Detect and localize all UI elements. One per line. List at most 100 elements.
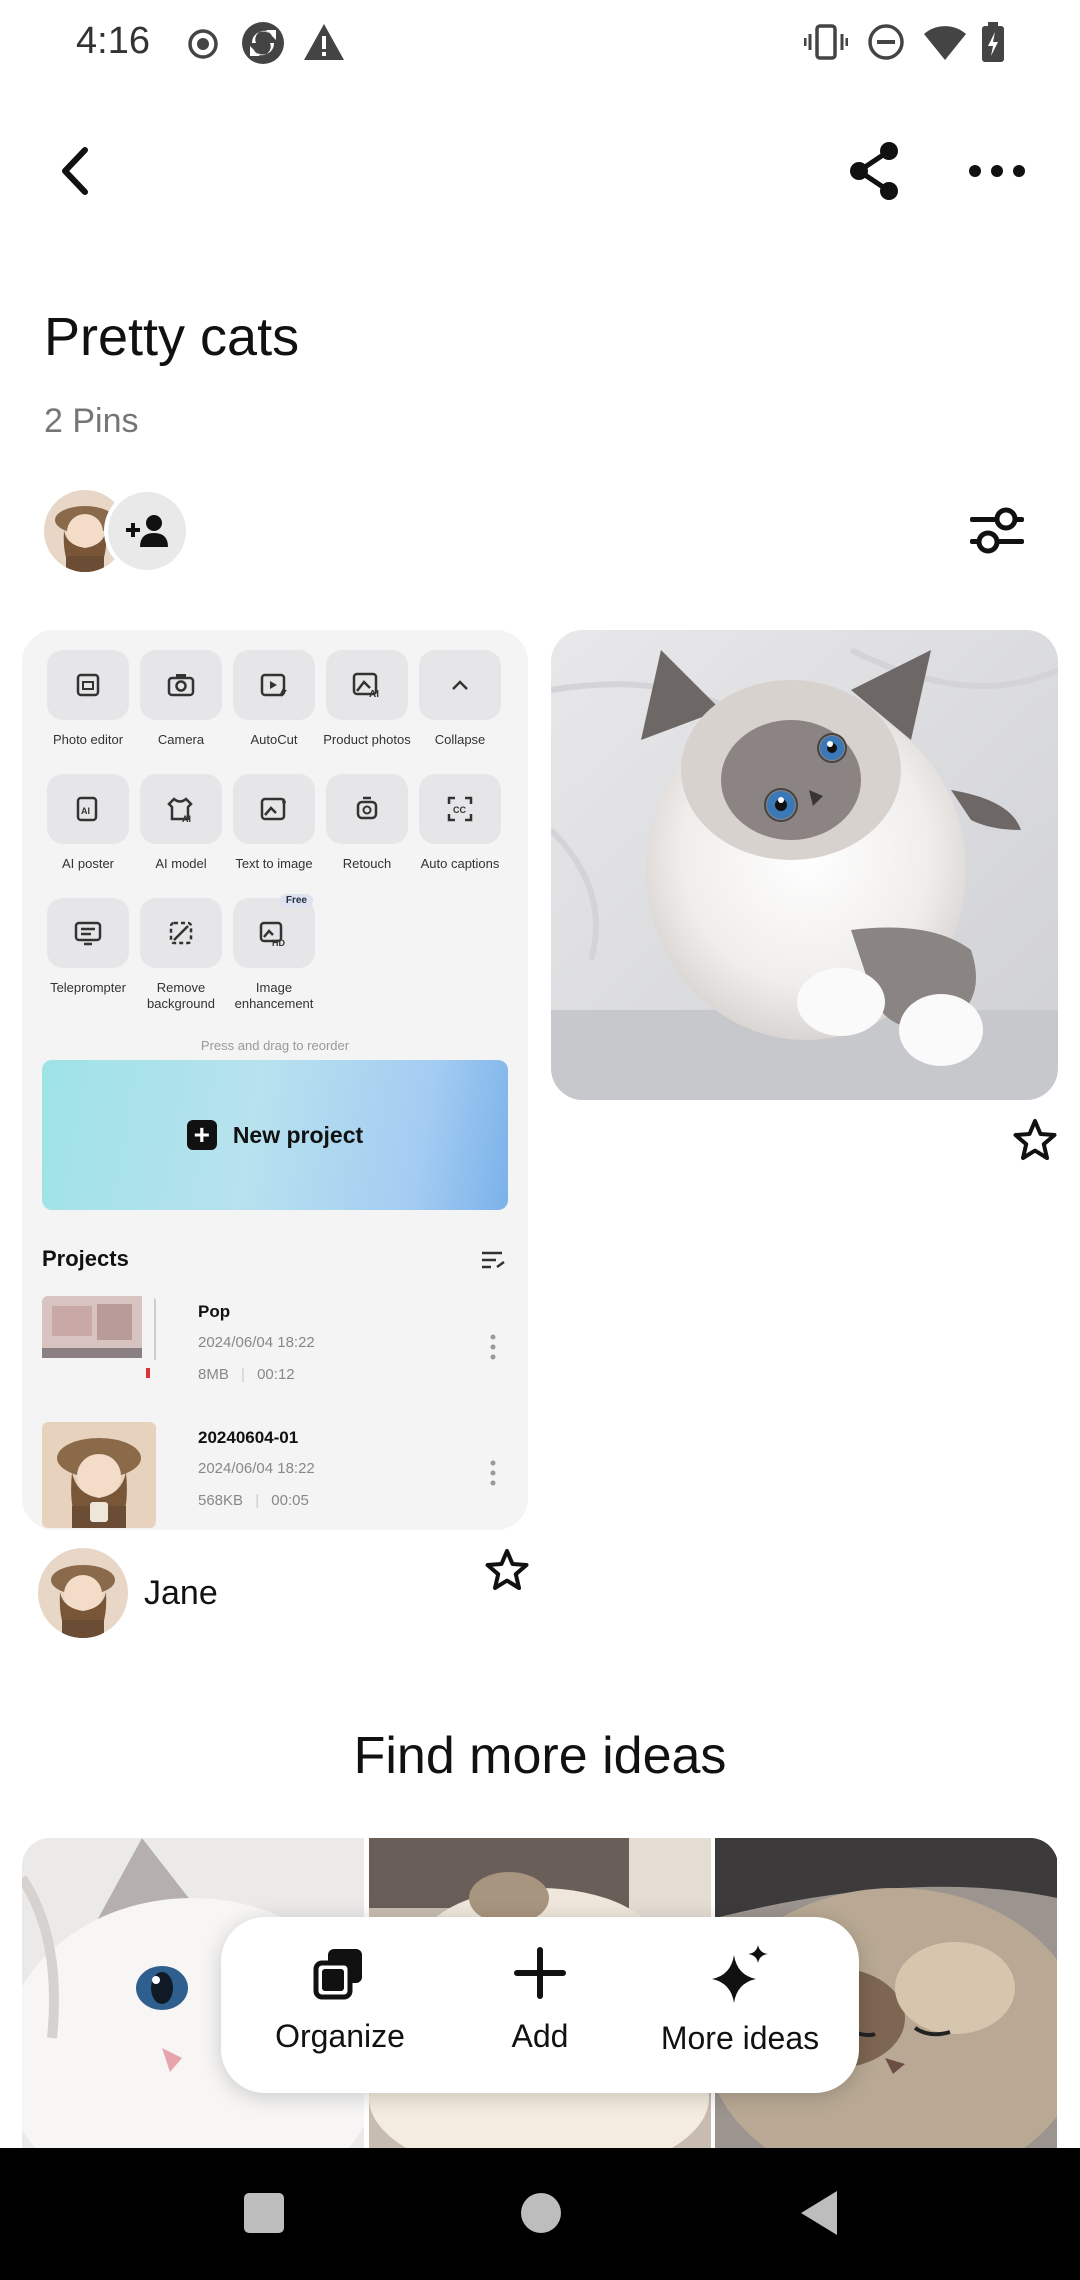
more-ideas-button[interactable]: More ideas [640,1945,840,2057]
svg-text:HD: HD [272,938,285,946]
svg-text:AI: AI [369,689,379,698]
vibrate-icon [804,24,848,60]
avatar [38,1548,128,1638]
home-button[interactable] [506,2178,576,2248]
ai-model-icon: AI [167,797,193,822]
sparkle-icon [712,1945,768,2003]
project-meta: 568KB | 00:05 [198,1492,309,1509]
organize-button[interactable]: Organize [240,1945,440,2055]
tool-collapse: Collapse [415,650,505,748]
pin-author[interactable]: Jane [38,1548,338,1638]
new-project-banner: + New project [42,1060,508,1210]
pin-cat-photo[interactable] [551,630,1058,1100]
new-project-label: New project [232,1121,364,1148]
pin-app-screenshot[interactable]: Photo editor Camera AutoCut AI Product p… [22,630,528,1530]
tool-remove-background: Remove background [136,898,226,1012]
tool-product-photos: AI Product photos [322,650,412,748]
product-photos-icon: AI [352,672,379,698]
svg-text:CC: CC [453,805,466,815]
sliders-icon [970,507,1024,554]
save-star-icon-left[interactable] [484,1548,530,1592]
project-size: 8MB [198,1366,229,1383]
organize-icon [313,1949,362,2000]
project-row: 20240604-01 2024/06/04 18:22 568KB | 00:… [42,1422,508,1530]
add-collaborator-button[interactable] [104,488,190,574]
board-title: Pretty cats [44,307,300,367]
add-person-icon [126,515,168,547]
more-horizontal-icon [969,165,1025,177]
dnd-icon [868,24,904,60]
autocut-icon [260,673,287,698]
recents-square-icon [244,2193,284,2233]
add-label: Add [511,2018,569,2054]
project-name: 20240604-01 [198,1428,299,1447]
photo-editor-icon [76,673,100,697]
tool-auto-captions: CC Auto captions [415,774,505,872]
auto-captions-icon: CC [447,796,473,822]
chevron-up-icon [452,680,468,690]
top-bar [0,120,1080,220]
project-thumbnail [42,1422,156,1528]
project-date: 2024/06/04 18:22 [198,1460,315,1477]
status-bar: 4:16 [0,0,1080,88]
collaborators [44,488,204,574]
save-star-icon-right[interactable] [1012,1118,1058,1162]
home-circle-icon [521,2193,561,2233]
project-size: 568KB [198,1492,244,1509]
svg-text:AI: AI [182,814,191,822]
share-button[interactable] [840,136,910,206]
text-to-image-icon [260,797,286,821]
more-ideas-label: More ideas [660,2020,820,2056]
plus-icon [514,1947,566,1999]
reorder-hint: Press and drag to reorder [200,1038,350,1053]
project-name: Pop [198,1302,231,1321]
cat-photo [551,630,1058,1100]
tool-teleprompter: Teleprompter [43,898,133,996]
warning-icon [304,24,344,60]
sort-list-icon [482,1251,505,1269]
image-enhancement-icon: HD [259,921,285,946]
status-time: 4:16 [76,20,150,62]
share-icon [850,142,898,200]
pinner-name: Jane [144,1574,218,1612]
remove-background-icon [169,921,193,945]
camera-icon [167,674,195,697]
plus-square-icon: + [186,1120,217,1150]
more-vertical-icon [490,1460,496,1486]
recents-button[interactable] [232,2178,296,2248]
project-duration: 00:05 [271,1492,309,1509]
tool-ai-poster: AI AI poster [43,774,133,872]
wifi-icon [924,26,966,60]
tool-image-enhancement: Free HD Image enhancement [233,894,315,1011]
tool-photo-editor: Photo editor [43,650,133,748]
chevron-left-icon [62,147,88,195]
add-button[interactable]: Add [440,1945,640,2055]
more-vertical-icon [490,1334,496,1360]
battery-charging-icon [982,22,1004,62]
projects-title: Projects [42,1246,129,1271]
system-back-button[interactable] [784,2178,854,2248]
record-icon [188,29,218,59]
more-options-button[interactable] [960,136,1034,206]
project-row: Pop 2024/06/04 18:22 8MB | 00:12 [42,1296,508,1406]
filter-button[interactable] [960,496,1034,566]
tool-text-to-image: Text to image [229,774,319,872]
tool-retouch: Retouch [322,774,412,872]
project-duration: 00:12 [257,1366,295,1383]
teleprompter-icon [74,921,102,946]
board-action-bar: Organize Add More ideas [221,1917,859,2093]
organize-label: Organize [275,2018,405,2054]
system-nav-bar [0,2148,1080,2280]
svg-text:AI: AI [81,806,90,816]
project-date: 2024/06/04 18:22 [198,1334,315,1351]
tool-camera: Camera [136,650,226,748]
project-thumbnail [42,1296,156,1402]
ai-poster-icon: AI [76,796,98,822]
tool-ai-model: AI AI model [136,774,226,872]
tool-autocut: AutoCut [229,650,319,748]
project-meta: 8MB | 00:12 [198,1366,295,1383]
back-button[interactable] [40,136,110,206]
retouch-icon [356,796,378,820]
pin-count: 2 Pins [44,402,139,440]
find-more-ideas-heading: Find more ideas [353,1727,727,1785]
